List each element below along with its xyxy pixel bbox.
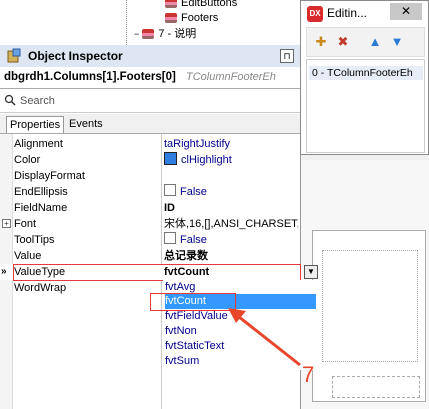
devexpress-logo-icon: DX <box>307 6 323 22</box>
property-row[interactable]: ToolTips False <box>0 232 300 248</box>
component-selector[interactable]: dbgrdh1.Columns[1].Footers[0] TColumnFoo… <box>0 67 300 89</box>
property-name: Color <box>14 154 41 166</box>
form-designer-background <box>300 160 429 409</box>
editor-toolbar: ✚ ✖ ▲ ▼ <box>306 27 425 57</box>
expand-icon[interactable]: + <box>2 219 11 228</box>
delete-item-icon[interactable]: ✖ <box>335 34 351 50</box>
expand-icon[interactable]: − <box>134 29 139 39</box>
property-value[interactable]: ID <box>164 200 298 216</box>
color-swatch-icon <box>164 152 177 165</box>
tree-item[interactable]: − 7 - 说明 <box>134 26 196 42</box>
property-name: ValueType <box>14 266 66 278</box>
search-placeholder: Search <box>20 95 55 107</box>
component-icon <box>165 0 177 9</box>
property-name: Font <box>14 218 37 230</box>
move-down-icon[interactable]: ▼ <box>389 34 405 50</box>
property-row[interactable]: + Font 宋体,16,[],ANSI_CHARSET,clW <box>0 216 300 232</box>
property-row[interactable]: Color clHighlight <box>0 152 300 168</box>
component-icon <box>165 13 177 24</box>
property-value[interactable] <box>164 168 298 184</box>
tab-events[interactable]: Events <box>66 116 106 132</box>
property-value[interactable]: 宋体,16,[],ANSI_CHARSET,clW <box>164 216 298 232</box>
move-up-icon[interactable]: ▲ <box>367 34 383 50</box>
property-name: DisplayFormat <box>14 170 85 182</box>
list-item[interactable]: 0 - TColumnFooterEh <box>309 66 423 80</box>
checkbox-value: False <box>180 234 207 246</box>
property-value[interactable]: 总记录数 <box>164 248 298 264</box>
collection-editor-window: DX Editin... ✕ ✚ ✖ ▲ ▼ 0 - TColumnFooter… <box>300 0 429 155</box>
property-row[interactable]: Value 总记录数 <box>0 248 300 264</box>
annotation-arrow-icon <box>228 308 301 367</box>
annotation-number: 7 <box>302 362 315 387</box>
property-name: Value <box>14 250 42 262</box>
property-name: WordWrap <box>14 282 67 294</box>
property-row-selected[interactable]: » ValueType fvtCount ▼ <box>0 264 318 281</box>
component-class: TColumnFooterEh <box>186 71 276 83</box>
tree-connector <box>126 0 127 45</box>
property-value[interactable]: fvtCount <box>164 264 300 280</box>
property-row[interactable]: FieldName ID <box>0 200 300 216</box>
property-value-checkbox[interactable]: False <box>164 232 298 248</box>
inspector-title-bar: Object Inspector ⊓ <box>0 45 300 68</box>
add-item-icon[interactable]: ✚ <box>313 34 329 50</box>
tree-item-label: EditButtons <box>181 0 238 9</box>
tree-item-label: 7 - 说明 <box>158 28 197 40</box>
editor-item-list: 0 - TColumnFooterEh <box>306 59 425 153</box>
property-row[interactable]: DisplayFormat <box>0 168 300 184</box>
pin-icon[interactable]: ⊓ <box>280 49 294 63</box>
tab-properties[interactable]: Properties <box>6 116 65 133</box>
property-row[interactable]: EndEllipsis False <box>0 184 300 200</box>
search-icon <box>4 94 16 106</box>
current-row-marker: » <box>1 266 7 277</box>
component-name: dbgrdh1.Columns[1].Footers[0] <box>4 71 176 83</box>
property-value[interactable]: taRightJustify <box>164 136 298 152</box>
component-icon <box>142 29 155 40</box>
designer-frame <box>332 376 420 398</box>
property-name: Alignment <box>14 138 63 150</box>
property-row[interactable]: Alignment taRightJustify <box>0 136 300 152</box>
dropdown-arrow-icon[interactable]: ▼ <box>304 265 318 279</box>
search-field[interactable]: Search <box>0 90 300 113</box>
designer-frame <box>322 250 418 362</box>
tree-item-label: Footers <box>181 12 219 24</box>
checkbox-icon[interactable] <box>164 184 176 196</box>
editor-title: Editin... <box>327 6 368 20</box>
inspector-tabs: Properties Events <box>0 114 300 134</box>
property-value-checkbox[interactable]: False <box>164 184 298 200</box>
property-name: FieldName <box>14 202 68 214</box>
property-value-color[interactable]: clHighlight <box>164 152 298 168</box>
close-button[interactable]: ✕ <box>390 3 422 20</box>
property-name: ToolTips <box>14 234 55 246</box>
checkbox-icon[interactable] <box>164 232 176 244</box>
checkbox-value: False <box>180 186 207 198</box>
property-name: EndEllipsis <box>14 186 68 198</box>
editor-title-bar[interactable]: DX Editin... ✕ <box>301 1 428 25</box>
inspector-title: Object Inspector <box>28 49 123 63</box>
tree-item[interactable]: Footers <box>165 10 218 26</box>
color-value: clHighlight <box>181 154 232 166</box>
inspector-icon <box>7 48 21 63</box>
